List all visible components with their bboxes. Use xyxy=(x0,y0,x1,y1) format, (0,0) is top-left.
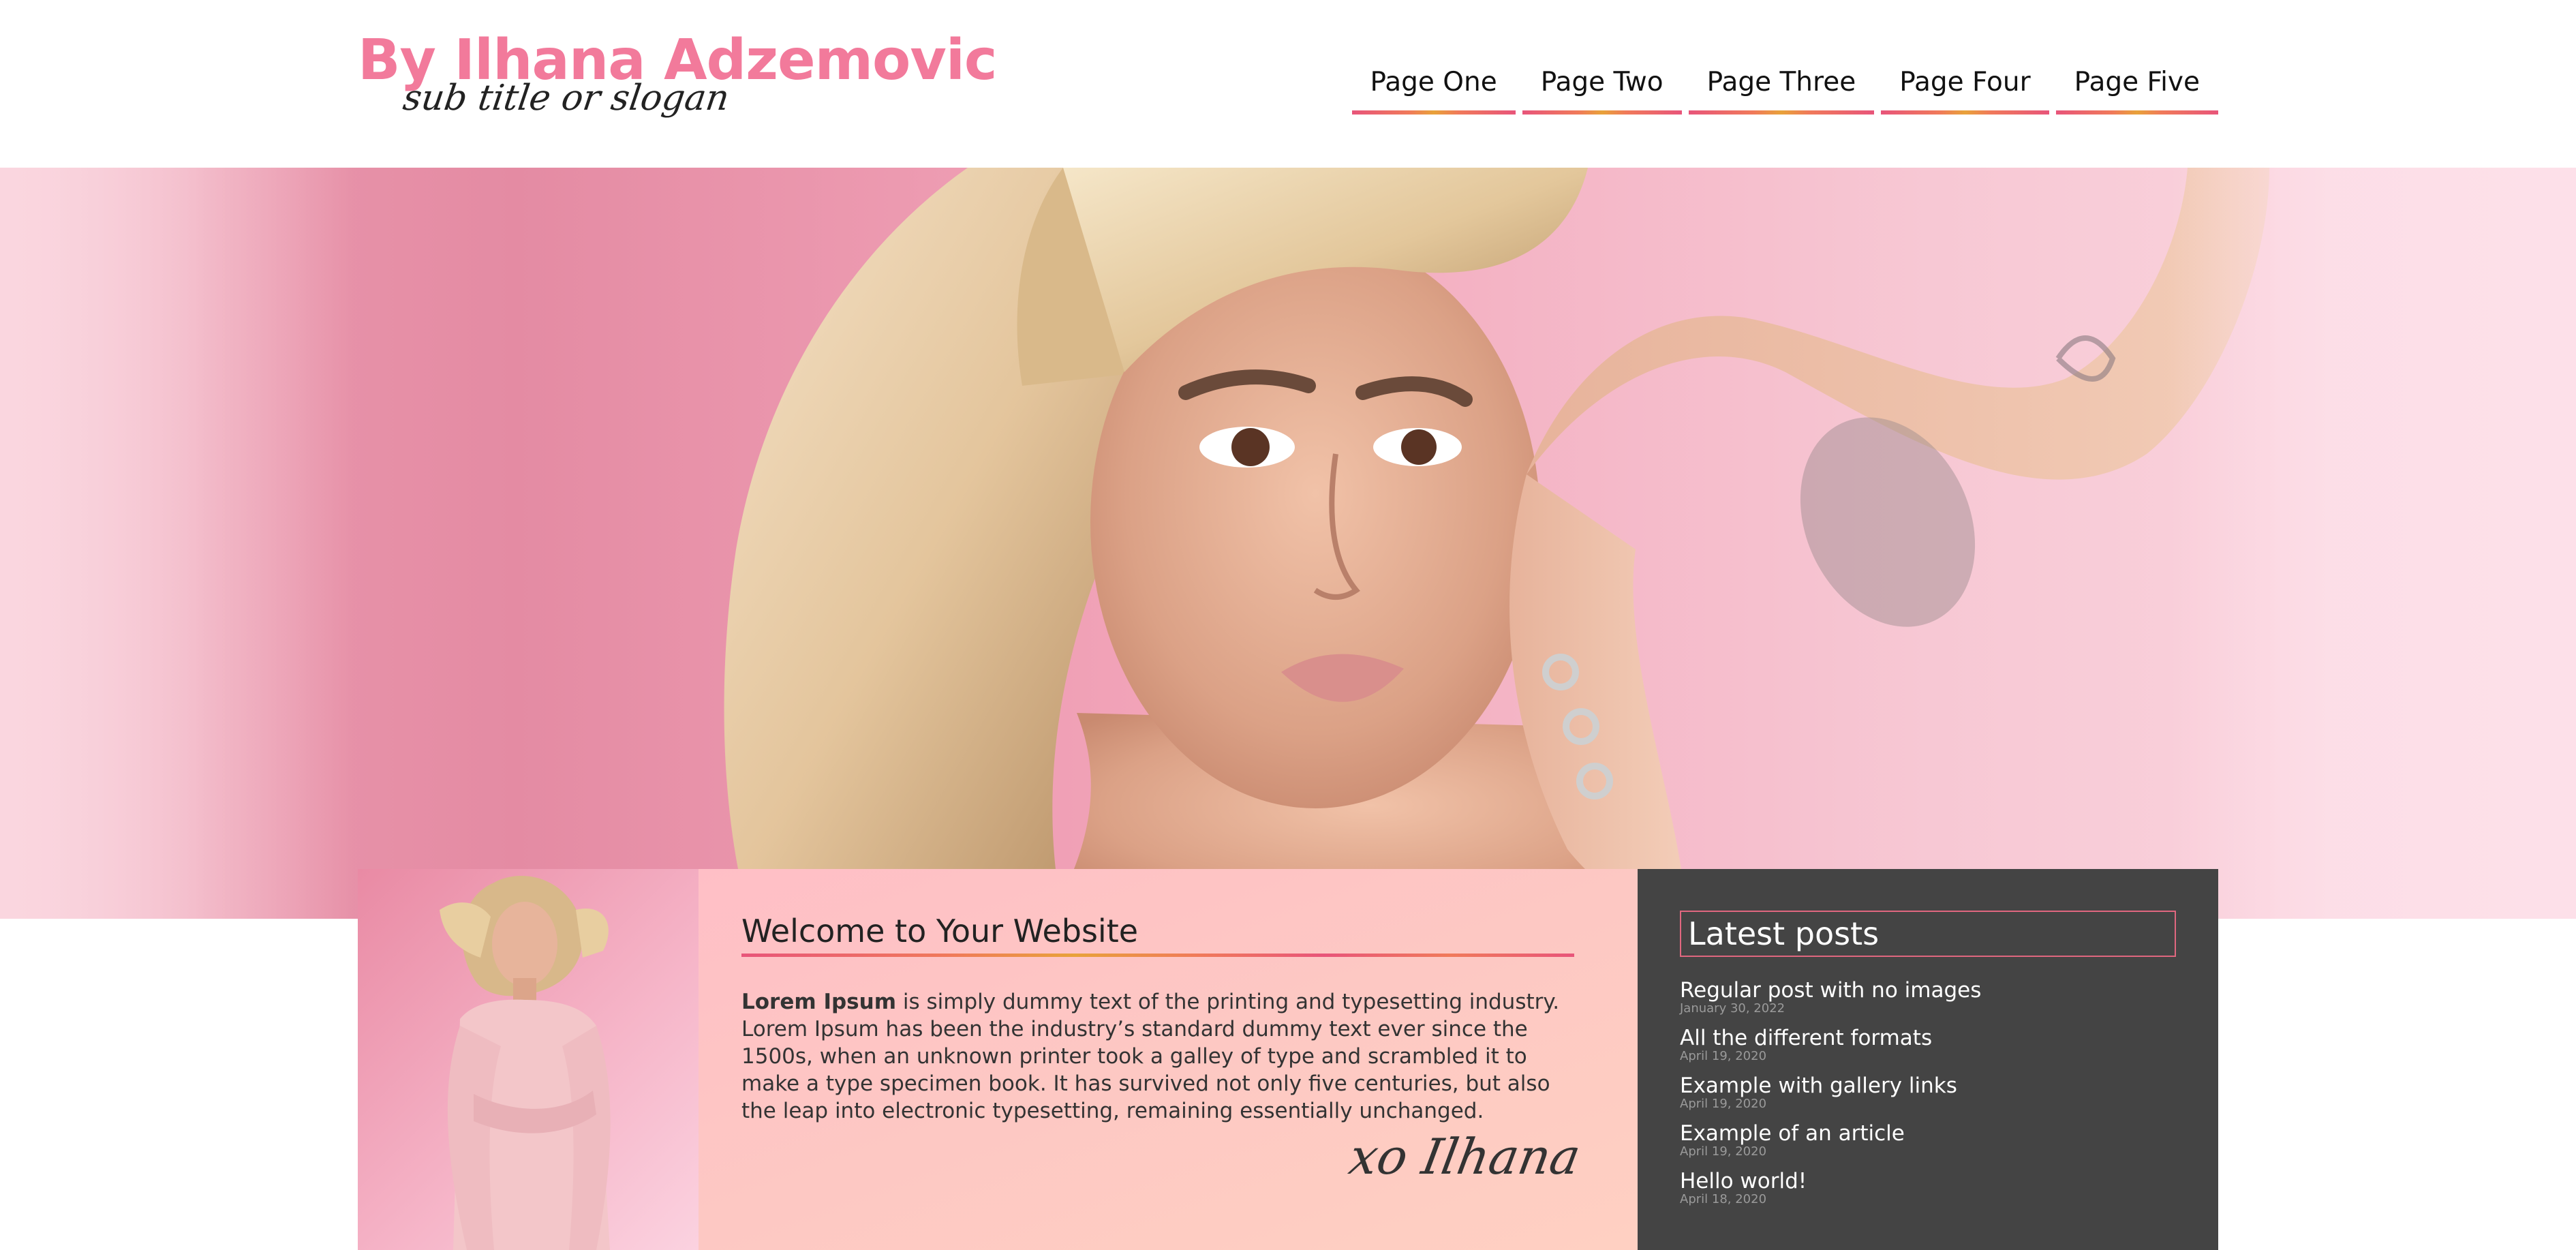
latest-posts-sidebar: Latest posts Regular post with no images… xyxy=(1638,869,2218,1250)
nav-item-page-five[interactable]: Page Five xyxy=(2055,65,2219,115)
post-item: Hello world! April 18, 2020 xyxy=(1680,1170,2176,1206)
post-link[interactable]: All the different formats xyxy=(1680,1026,2176,1050)
hero-left-fade xyxy=(0,168,354,919)
post-item: Example of an article April 19, 2020 xyxy=(1680,1122,2176,1159)
post-item: All the different formats April 19, 2020 xyxy=(1680,1026,2176,1063)
post-item: Example with gallery links April 19, 202… xyxy=(1680,1074,2176,1111)
nav-item-page-three[interactable]: Page Three xyxy=(1688,65,1875,115)
signature: xo Ilhana xyxy=(1345,1128,1585,1185)
post-date: January 30, 2022 xyxy=(1680,1001,1785,1016)
main-nav: Page One Page Two Page Three Page Four P… xyxy=(1351,65,2219,115)
nav-item-page-four[interactable]: Page Four xyxy=(1881,65,2050,115)
post-item: Regular post with no images January 30, … xyxy=(1680,979,2176,1016)
profile-portrait-image xyxy=(440,876,611,1250)
post-link[interactable]: Example with gallery links xyxy=(1680,1074,2176,1097)
post-date: April 19, 2020 xyxy=(1680,1144,1767,1159)
hero-right-fade xyxy=(2167,168,2576,919)
content-row: Welcome to Your Website Lorem Ipsum is s… xyxy=(358,869,2218,1250)
hero-banner xyxy=(0,168,2576,919)
post-link[interactable]: Example of an article xyxy=(1680,1122,2176,1145)
welcome-title: Welcome to Your Website xyxy=(741,913,1574,958)
post-date: April 19, 2020 xyxy=(1680,1097,1767,1111)
welcome-body: Lorem Ipsum is simply dummy text of the … xyxy=(741,988,1574,1125)
site-slogan: sub title or slogan xyxy=(400,78,732,119)
nav-item-page-one[interactable]: Page One xyxy=(1351,65,1516,115)
latest-posts-title: Latest posts xyxy=(1680,911,2176,957)
welcome-section: Welcome to Your Website Lorem Ipsum is s… xyxy=(699,869,1638,1250)
profile-photo xyxy=(358,869,699,1250)
welcome-body-bold: Lorem Ipsum xyxy=(741,990,897,1015)
post-link[interactable]: Hello world! xyxy=(1680,1170,2176,1193)
site-header: By Ilhana Adzemovic sub title or slogan … xyxy=(0,0,2576,168)
post-date: April 18, 2020 xyxy=(1680,1192,1767,1206)
post-link[interactable]: Regular post with no images xyxy=(1680,979,2176,1002)
nav-item-page-two[interactable]: Page Two xyxy=(1522,65,1682,115)
post-date: April 19, 2020 xyxy=(1680,1049,1767,1063)
